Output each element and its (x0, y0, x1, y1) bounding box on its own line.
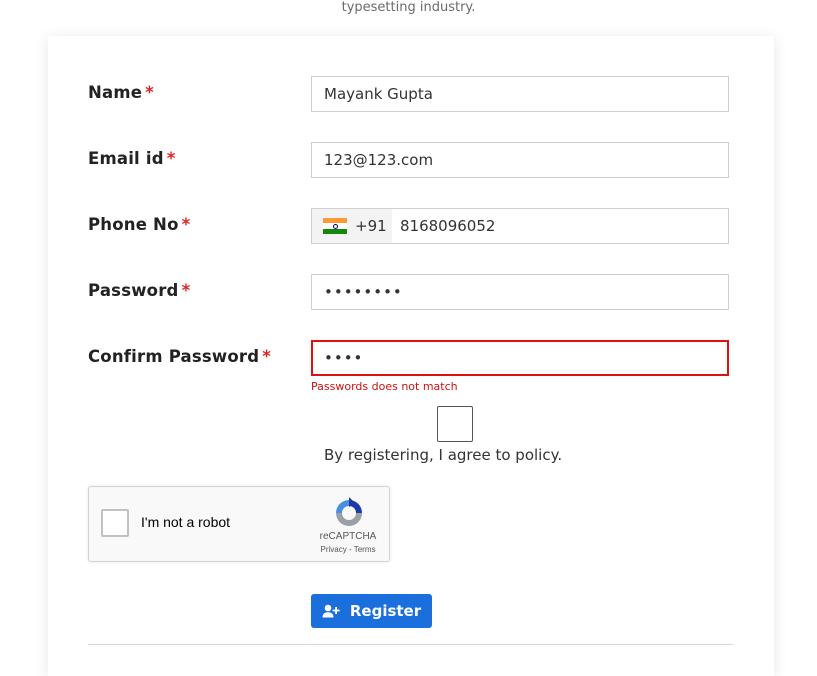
password-label: Password * (88, 281, 190, 300)
required-mark: * (181, 281, 191, 300)
required-mark: * (181, 215, 191, 234)
email-field[interactable]: 123@123.com (311, 142, 729, 178)
recaptcha-logo-icon (336, 497, 362, 526)
recaptcha-brand: reCAPTCHA (319, 531, 377, 542)
register-label: Register (349, 602, 422, 620)
dial-code: +91 (355, 217, 387, 235)
page-tagline: typesetting industry. (341, 0, 476, 15)
india-flag-icon (323, 218, 347, 234)
name-field[interactable]: Mayank Gupta (311, 76, 729, 112)
phone-field[interactable]: +91 8168096052 (311, 208, 729, 244)
required-mark: * (166, 149, 176, 168)
password-label-text: Password (88, 281, 179, 300)
confirm-password-field[interactable]: •••• (311, 340, 729, 376)
register-button[interactable]: Register (311, 594, 432, 628)
required-mark: * (262, 347, 272, 366)
confirm-password-label: Confirm Password * (88, 347, 271, 366)
policy-text: By registering, I agree to policy. (324, 446, 563, 464)
recaptcha-checkbox[interactable] (101, 509, 129, 537)
email-label: Email id * (88, 149, 176, 168)
password-field[interactable]: •••••••• (311, 274, 729, 310)
registration-card: Name * Mayank Gupta Email id * 123@123.com… (48, 36, 774, 676)
policy-checkbox[interactable] (437, 406, 473, 442)
name-label-text: Name (88, 83, 143, 102)
divider (88, 644, 733, 645)
phone-label-text: Phone No (88, 215, 179, 234)
password-mismatch-error: Passwords does not match (311, 380, 458, 393)
phone-number-value: 8168096052 (400, 217, 496, 235)
email-label-text: Email id (88, 149, 164, 168)
recaptcha-label: I'm not a robot (141, 514, 231, 530)
phone-label: Phone No * (88, 215, 190, 234)
add-user-icon (322, 604, 340, 618)
country-code-selector[interactable]: +91 (312, 209, 392, 243)
recaptcha-widget: I'm not a robot reCAPTCHA Privacy - Term… (88, 486, 390, 562)
confirm-password-label-text: Confirm Password (88, 347, 260, 366)
required-mark: * (145, 83, 154, 102)
name-label: Name * (88, 83, 154, 102)
recaptcha-privacy-terms-link[interactable]: Privacy - Terms (313, 545, 383, 554)
